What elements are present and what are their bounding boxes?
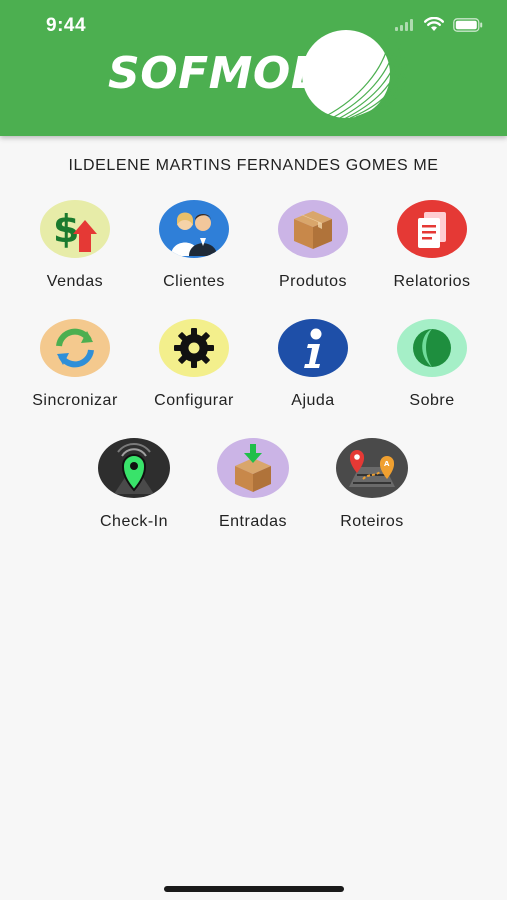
logo-text: SOFMOB bbox=[108, 48, 325, 99]
company-name: ILDELENE MARTINS FERNANDES GOMES ME bbox=[68, 157, 439, 174]
home-indicator[interactable] bbox=[164, 886, 344, 892]
menu-item-vendas[interactable]: $ Vendas bbox=[20, 200, 130, 291]
status-icons bbox=[395, 16, 483, 38]
menu-label: Check-In bbox=[99, 513, 169, 530]
leaf-icon bbox=[397, 319, 467, 377]
menu-label: Entradas bbox=[218, 513, 288, 530]
money-up-icon: $ bbox=[40, 200, 110, 258]
menu-label: Sincronizar bbox=[32, 392, 118, 409]
status-time: 9:44 bbox=[46, 15, 87, 36]
menu-label: Vendas bbox=[46, 273, 104, 290]
menu-item-sincronizar[interactable]: Sincronizar bbox=[20, 319, 130, 410]
app-header: 9:44 SOFMOB bbox=[0, 0, 507, 136]
menu-item-sobre[interactable]: Sobre bbox=[377, 319, 487, 410]
menu-label: Clientes bbox=[163, 273, 225, 290]
menu-label: Ajuda bbox=[291, 392, 335, 409]
menu-item-ajuda[interactable]: Ajuda bbox=[258, 319, 368, 410]
svg-text:A: A bbox=[384, 460, 390, 468]
info-icon bbox=[278, 319, 348, 377]
route-map-icon: A bbox=[336, 438, 408, 498]
menu-label: Configurar bbox=[154, 392, 234, 409]
menu-item-check-in[interactable]: Check-In bbox=[79, 438, 189, 531]
app-logo: SOFMOB bbox=[108, 30, 408, 120]
battery-icon bbox=[453, 17, 483, 37]
box-download-icon bbox=[217, 438, 289, 498]
menu-label: Relatorios bbox=[393, 273, 471, 290]
wifi-icon bbox=[424, 16, 444, 37]
menu-item-configurar[interactable]: Configurar bbox=[139, 319, 249, 410]
svg-text:$: $ bbox=[53, 207, 79, 251]
people-icon bbox=[159, 200, 229, 258]
menu-item-entradas[interactable]: Entradas bbox=[198, 438, 308, 531]
report-icon bbox=[397, 200, 467, 258]
menu-label: Sobre bbox=[409, 392, 455, 409]
menu-label: Produtos bbox=[278, 273, 348, 290]
menu-item-produtos[interactable]: Produtos bbox=[258, 200, 368, 291]
sync-icon bbox=[40, 319, 110, 377]
menu-item-relatorios[interactable]: Relatorios bbox=[377, 200, 487, 291]
menu-item-roteiros[interactable]: A Roteiros bbox=[317, 438, 427, 531]
location-pin-icon bbox=[98, 438, 170, 498]
box-icon bbox=[278, 200, 348, 258]
menu-label: Roteiros bbox=[340, 513, 404, 530]
menu-item-clientes[interactable]: Clientes bbox=[139, 200, 249, 291]
gear-icon bbox=[159, 319, 229, 377]
